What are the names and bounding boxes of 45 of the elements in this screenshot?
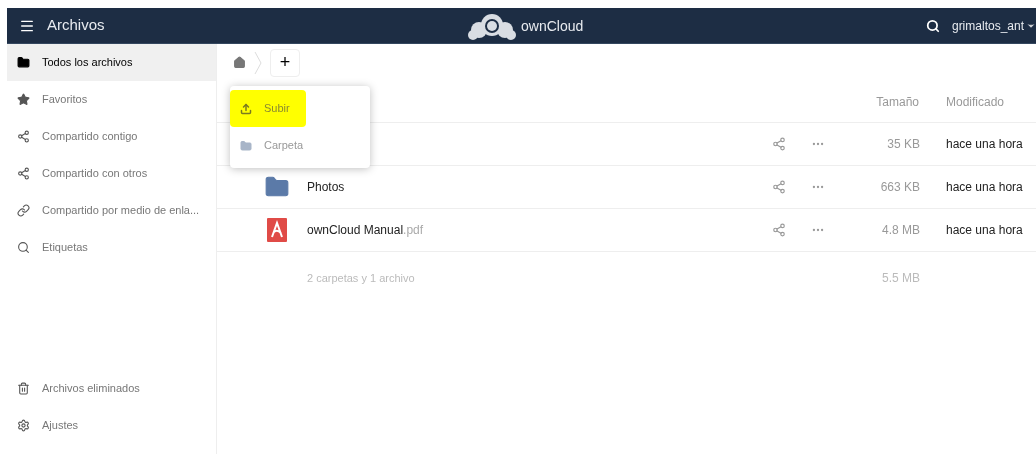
upload-icon: [240, 102, 252, 115]
folder-icon: [240, 139, 252, 152]
sidebar-item[interactable]: Favoritos: [7, 81, 216, 118]
cloud-logo-icon: [467, 11, 517, 41]
column-header[interactable]: Tamaño: [810, 92, 920, 111]
brand-name: ownCloud: [521, 16, 584, 36]
file-size: 663 KB: [879, 179, 920, 196]
link-icon: [17, 204, 30, 217]
share-icon[interactable]: [772, 137, 786, 151]
sidebar-item[interactable]: Archivos eliminados: [7, 370, 216, 407]
home-icon[interactable]: [233, 56, 246, 69]
modified-time: hace una hora: [945, 222, 1024, 239]
modified-time: hace una hora: [945, 179, 1024, 196]
search-icon[interactable]: [925, 18, 940, 33]
modified-time: hace una hora: [945, 136, 1024, 153]
menu-item[interactable]: Carpeta: [230, 127, 370, 164]
share-icon[interactable]: [772, 223, 786, 237]
app-title: Archivos: [47, 15, 105, 36]
file-size: 35 KB: [886, 136, 920, 153]
menu-item[interactable]: Subir: [230, 90, 306, 127]
sidebar-item[interactable]: Compartido contigo: [7, 118, 216, 155]
share-icon: [17, 167, 30, 180]
pdf-icon: [267, 218, 287, 242]
star-icon: [17, 93, 30, 106]
file-name[interactable]: Photos: [307, 180, 345, 194]
settings-icon: [17, 419, 30, 432]
summary-text: 2 carpetas y 1 archivo: [306, 270, 416, 286]
share-icon: [17, 130, 30, 143]
sidebar-item[interactable]: Compartido con otros: [7, 155, 216, 192]
breadcrumb-separator-icon: [254, 50, 262, 75]
folder-icon: [17, 56, 30, 69]
sidebar-item[interactable]: Compartido por medio de enla...: [7, 192, 216, 229]
file-name[interactable]: ownCloud Manual.pdf: [307, 223, 424, 237]
file-row[interactable]: ownCloud Manual.pdf 4.8 MB hace una hora: [217, 209, 1036, 252]
sidebar-item[interactable]: Todos los archivos: [7, 44, 216, 81]
sidebar-item[interactable]: Etiquetas: [7, 229, 216, 266]
sidebar-item[interactable]: Ajustes: [7, 407, 216, 444]
share-icon[interactable]: [772, 180, 786, 194]
new-button[interactable]: +: [270, 48, 300, 77]
trash-icon: [17, 382, 30, 395]
file-size: 4.8 MB: [881, 222, 920, 239]
search-icon: [17, 241, 30, 254]
column-header[interactable]: Modificado: [920, 92, 1036, 111]
summary-size: 5.5 MB: [881, 270, 920, 287]
user-menu[interactable]: grimaltos_ant: [951, 16, 1036, 35]
